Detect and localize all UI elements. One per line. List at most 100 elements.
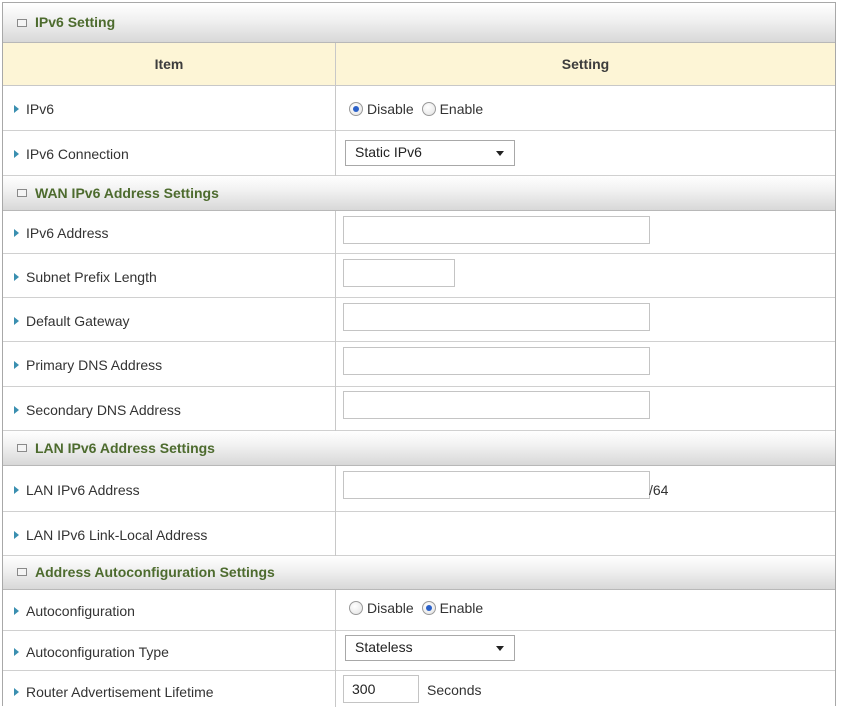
triangle-right-icon — [14, 607, 19, 615]
row-ipv6-connection: IPv6 Connection Static IPv6 — [3, 131, 835, 176]
ipv6-disable-radio[interactable] — [349, 102, 363, 116]
section-ipv6-setting: IPv6 Setting — [3, 3, 835, 43]
radio-label-enable: Enable — [439, 600, 484, 616]
row-label: Autoconfiguration Type — [14, 644, 169, 660]
secondary-dns-input[interactable] — [343, 391, 650, 419]
row-lan-link-local: LAN IPv6 Link-Local Address — [3, 512, 835, 556]
triangle-right-icon — [14, 229, 19, 237]
triangle-right-icon — [14, 406, 19, 414]
triangle-right-icon — [14, 273, 19, 281]
row-lan-ipv6-address: LAN IPv6 Address /64 — [3, 466, 835, 512]
row-label: LAN IPv6 Link-Local Address — [14, 527, 207, 543]
triangle-right-icon — [14, 531, 19, 539]
column-divider — [335, 466, 336, 512]
ipv6-radio-group: Disable Enable — [349, 101, 487, 117]
row-default-gateway: Default Gateway — [3, 298, 835, 342]
header-setting: Setting — [561, 56, 610, 72]
square-icon — [17, 189, 27, 197]
row-secondary-dns: Secondary DNS Address — [3, 387, 835, 431]
column-divider — [335, 387, 336, 431]
row-label: IPv6 — [14, 101, 54, 117]
triangle-right-icon — [14, 105, 19, 113]
column-divider — [335, 131, 336, 176]
label-text: Autoconfiguration Type — [26, 644, 169, 660]
row-primary-dns: Primary DNS Address — [3, 342, 835, 387]
lifetime-unit: Seconds — [427, 682, 482, 698]
select-value: Static IPv6 — [355, 144, 422, 160]
select-value: Stateless — [355, 639, 413, 655]
row-subnet-prefix-length: Subnet Prefix Length — [3, 254, 835, 298]
row-label: LAN IPv6 Address — [14, 482, 140, 498]
row-autoconfiguration: Autoconfiguration Disable Enable — [3, 590, 835, 631]
label-text: IPv6 — [26, 101, 55, 117]
triangle-right-icon — [14, 648, 19, 656]
label-text: IPv6 Address — [26, 225, 109, 241]
row-label: Router Advertisement Lifetime — [14, 684, 214, 700]
section-lan-ipv6: LAN IPv6 Address Settings — [3, 431, 835, 466]
autoconfiguration-radio-group: Disable Enable — [349, 600, 487, 616]
radio-label-enable: Enable — [439, 101, 484, 117]
primary-dns-input[interactable] — [343, 347, 650, 375]
header-item: Item — [154, 56, 184, 72]
row-label: IPv6 Connection — [14, 146, 129, 162]
section-title: LAN IPv6 Address Settings — [35, 440, 215, 456]
radio-label-disable: Disable — [367, 101, 414, 117]
column-divider — [335, 86, 336, 131]
label-text: Secondary DNS Address — [26, 402, 181, 418]
square-icon — [17, 568, 27, 576]
column-divider — [335, 512, 336, 556]
triangle-right-icon — [14, 486, 19, 494]
square-icon — [17, 19, 27, 27]
lan-ipv6-address-input[interactable] — [343, 471, 650, 499]
label-text: LAN IPv6 Address — [26, 482, 140, 498]
triangle-right-icon — [14, 317, 19, 325]
chevron-down-icon — [496, 151, 504, 156]
section-autoconfiguration: Address Autoconfiguration Settings — [3, 556, 835, 590]
chevron-down-icon — [496, 646, 504, 651]
label-text: IPv6 Connection — [26, 146, 129, 162]
ipv6-settings-panel: IPv6 Setting Item Setting IPv6 Disable E… — [2, 2, 836, 707]
autoconfiguration-type-select[interactable]: Stateless — [345, 635, 515, 661]
row-ipv6: IPv6 Disable Enable — [3, 86, 835, 131]
column-divider — [335, 254, 336, 298]
subnet-prefix-length-input[interactable] — [343, 259, 455, 287]
column-divider — [335, 590, 336, 631]
row-label: Primary DNS Address — [14, 357, 162, 373]
ra-lifetime-input[interactable] — [343, 675, 419, 703]
row-label: Subnet Prefix Length — [14, 269, 157, 285]
table-header: Item Setting — [3, 43, 835, 86]
section-wan-ipv6: WAN IPv6 Address Settings — [3, 176, 835, 211]
ipv6-connection-select[interactable]: Static IPv6 — [345, 140, 515, 166]
label-text: Autoconfiguration — [26, 603, 135, 619]
prefix-suffix: /64 — [649, 482, 669, 498]
row-ra-lifetime: Router Advertisement Lifetime Seconds — [3, 671, 835, 707]
column-divider — [335, 671, 336, 707]
section-title: WAN IPv6 Address Settings — [35, 185, 219, 201]
label-text: Default Gateway — [26, 313, 130, 329]
ipv6-address-input[interactable] — [343, 216, 650, 244]
triangle-right-icon — [14, 150, 19, 158]
radio-label-disable: Disable — [367, 600, 414, 616]
column-divider — [335, 631, 336, 671]
column-divider — [335, 342, 336, 387]
row-label: Default Gateway — [14, 313, 130, 329]
default-gateway-input[interactable] — [343, 303, 650, 331]
label-text: Primary DNS Address — [26, 357, 163, 373]
row-label: Secondary DNS Address — [14, 402, 181, 418]
row-autoconfiguration-type: Autoconfiguration Type Stateless — [3, 631, 835, 671]
label-text: LAN IPv6 Link-Local Address — [26, 527, 208, 543]
autoconfiguration-disable-radio[interactable] — [349, 601, 363, 615]
label-text: Router Advertisement Lifetime — [26, 684, 214, 700]
row-label: Autoconfiguration — [14, 603, 135, 619]
ipv6-enable-radio[interactable] — [421, 102, 436, 116]
row-ipv6-address: IPv6 Address — [3, 211, 835, 254]
section-title: IPv6 Setting — [35, 14, 116, 30]
section-title: Address Autoconfiguration Settings — [35, 564, 275, 580]
row-label: IPv6 Address — [14, 225, 109, 241]
autoconfiguration-enable-radio[interactable] — [421, 601, 436, 615]
triangle-right-icon — [14, 688, 19, 696]
triangle-right-icon — [14, 361, 19, 369]
column-divider — [335, 211, 336, 254]
label-text: Subnet Prefix Length — [26, 269, 157, 285]
column-divider — [335, 43, 336, 86]
